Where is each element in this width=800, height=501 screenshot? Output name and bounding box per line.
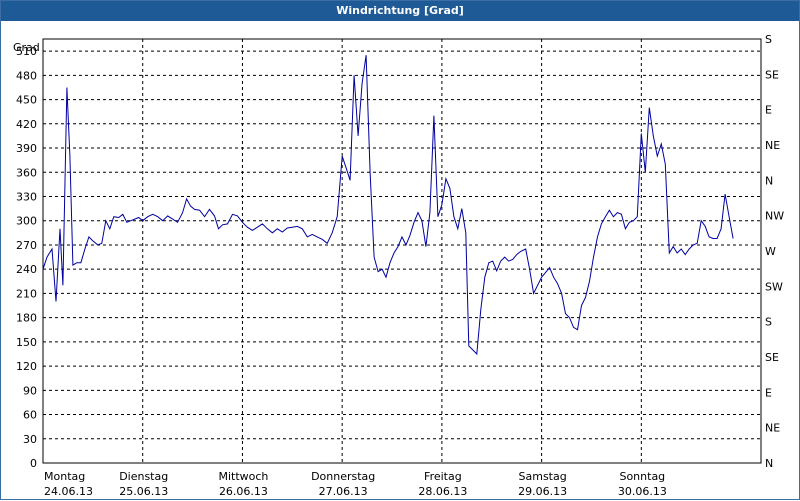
y-tick-label: 420 [16, 118, 37, 131]
x-tick-day: Montag [44, 470, 85, 483]
x-tick-date: 26.06.13 [219, 485, 268, 498]
y-tick-label: 330 [16, 190, 37, 203]
x-tick-date: 29.06.13 [518, 485, 567, 498]
y-tick-label: 120 [16, 360, 37, 373]
y-tick-label: 210 [16, 287, 37, 300]
x-tick-day: Samstag [519, 470, 567, 483]
x-tick-date: 25.06.13 [119, 485, 168, 498]
x-tick-day: Dienstag [119, 470, 168, 483]
wind-direction-chart: 0 30 60 90 120 150 180 210 240 270 300 330 360 390 420… [13, 33, 784, 498]
y-tick-label: 180 [16, 312, 37, 325]
y-tick-label: 270 [16, 239, 37, 252]
plot-border [42, 38, 762, 464]
y-tick-label: 450 [16, 94, 37, 107]
y-axis-label: Grad [13, 41, 40, 54]
right-axis-label: SE [765, 351, 779, 364]
x-tick-date: 28.06.13 [418, 485, 467, 498]
right-axis-label: SW [765, 280, 783, 293]
right-axis-label: SE [765, 68, 779, 81]
y-tick-label: 30 [23, 433, 37, 446]
x-tick-date: 24.06.13 [44, 485, 93, 498]
y-tick-label: 0 [30, 457, 37, 470]
x-tick-date: 30.06.13 [618, 485, 667, 498]
x-tick-day: Freitag [424, 470, 462, 483]
right-axis-label: S [765, 33, 772, 46]
right-axis-label: N [765, 457, 773, 470]
right-axis-label: W [765, 245, 776, 258]
chart-window: Windrichtung [Grad] 0 30 60 90 120 150 180 210 2… [0, 0, 800, 500]
right-axis-label: NE [765, 139, 780, 152]
y-tick-label: 90 [23, 384, 37, 397]
y-tick-label: 480 [16, 69, 37, 82]
y-tick-label: 60 [23, 409, 37, 422]
right-axis-label: E [765, 386, 772, 399]
right-axis-label: E [765, 104, 772, 117]
y-tick-label: 240 [16, 263, 37, 276]
right-axis-label: S [765, 316, 772, 329]
right-axis-label: NW [765, 210, 784, 223]
y-tick-label: 300 [16, 215, 37, 228]
right-axis-label: N [765, 174, 773, 187]
x-tick-day: Donnerstag [311, 470, 375, 483]
y-tick-label: 390 [16, 142, 37, 155]
x-tick-day: Sonntag [619, 470, 665, 483]
x-tick-day: Mittwoch [218, 470, 268, 483]
x-tick-date: 27.06.13 [319, 485, 368, 498]
y-tick-label: 360 [16, 166, 37, 179]
y-tick-label: 150 [16, 336, 37, 349]
right-axis-label: NE [765, 422, 780, 435]
